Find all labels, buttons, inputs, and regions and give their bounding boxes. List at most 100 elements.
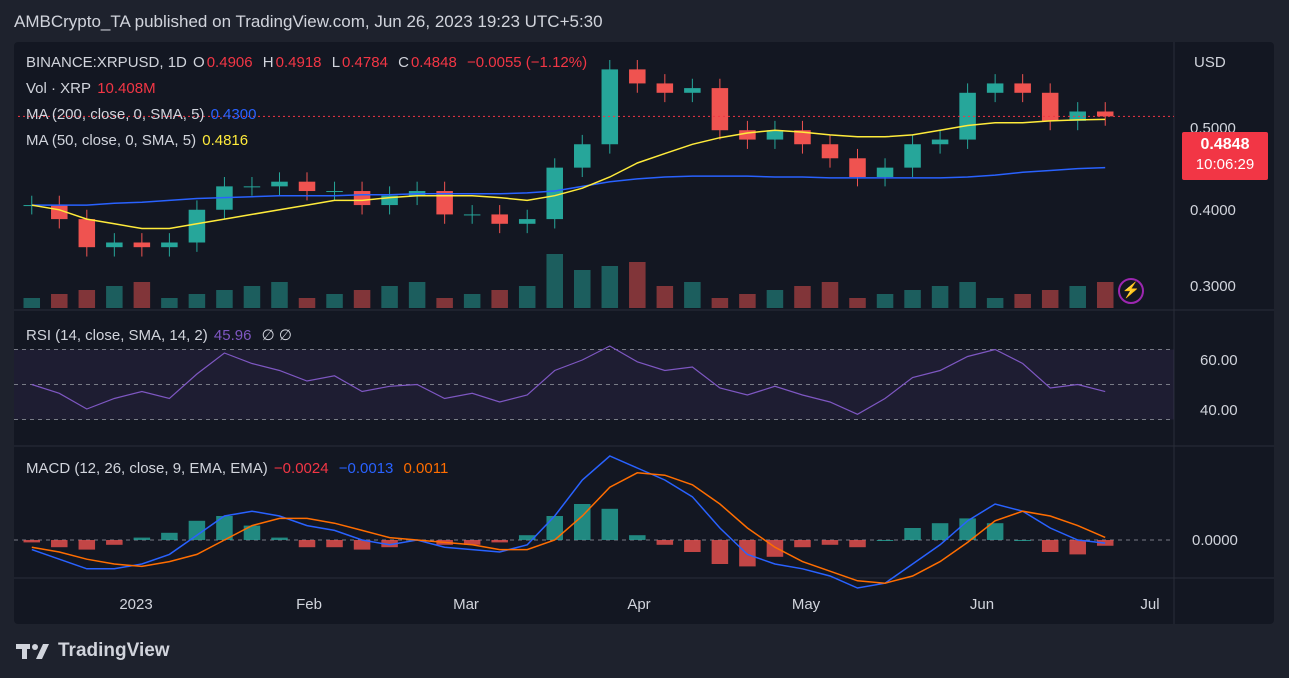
legend-low: 0.4784: [342, 54, 388, 71]
macd-tick-0: 0.0000: [1192, 532, 1238, 549]
candle-body: [739, 130, 756, 140]
price-tick-2: 0.3000: [1190, 278, 1236, 295]
macd-histogram-bar: [931, 523, 949, 540]
volume-bar: [794, 286, 811, 308]
legend-open: 0.4906: [206, 54, 253, 71]
macd-histogram-bar: [23, 540, 41, 543]
volume-bar: [298, 298, 316, 308]
legend-ma200-row[interactable]: MA (200, close, 0, SMA, 5) 0.4300: [26, 106, 262, 123]
volume-bar: [876, 294, 894, 308]
volume-bar: [271, 282, 288, 308]
candle-body: [353, 191, 371, 206]
macd-histogram-bar: [106, 540, 123, 545]
legend-rsi-row[interactable]: RSI (14, close, SMA, 14, 2) 45.96 ∅ ∅: [26, 326, 294, 344]
macd-histogram-bar: [739, 540, 756, 567]
tradingview-logo[interactable]: TradingView: [16, 640, 170, 662]
volume-bar: [849, 298, 866, 308]
candle-body: [1014, 83, 1031, 93]
candle-body: [298, 181, 316, 192]
macd-histogram-bar: [491, 540, 508, 543]
legend-ma200-label: MA (200, close, 0, SMA, 5): [26, 106, 205, 123]
time-label-apr: Apr: [627, 596, 651, 613]
legend-vol-label: Vol · XRP: [26, 80, 92, 97]
price-tick-1: 0.4000: [1190, 202, 1236, 219]
macd-histogram-bar: [133, 537, 151, 540]
macd-histogram-bar: [711, 540, 729, 564]
macd-histogram-bar: [876, 540, 894, 541]
chart-frame[interactable]: BINANCE:XRPUSD, 1D O 0.4906 H 0.4918 L 0.47…: [14, 42, 1274, 624]
volume-bar: [23, 298, 41, 308]
flash-icon[interactable]: ⚡: [1118, 278, 1144, 304]
macd-histogram-bar: [326, 540, 343, 548]
legend-macd-label: MACD (12, 26, close, 9, EMA, EMA): [26, 460, 268, 477]
legend-rsi-extra: ∅ ∅: [261, 327, 292, 344]
rsi-tick-0: 60.00: [1200, 352, 1238, 369]
volume-bar: [546, 254, 563, 308]
volume-bar: [959, 282, 976, 308]
legend-l-label: L: [331, 54, 341, 71]
volume-bar: [629, 262, 646, 308]
volume-bar: [243, 286, 261, 308]
time-label-jul: Jul: [1140, 596, 1160, 613]
candle-body: [188, 209, 206, 243]
rsi-tick-1: 40.00: [1200, 402, 1238, 419]
legend-ma50-label: MA (50, close, 0, SMA, 5): [26, 132, 197, 149]
legend-ma50-row[interactable]: MA (50, close, 0, SMA, 5) 0.4816: [26, 132, 254, 149]
candle-body: [463, 214, 481, 216]
legend-macd-hist: −0.0024: [273, 460, 329, 477]
macd-histogram-bar: [271, 537, 288, 540]
macd-histogram-bar: [684, 540, 701, 552]
candle-body: [931, 139, 949, 145]
macd-histogram-bar: [656, 540, 674, 545]
time-label-mar: Mar: [453, 596, 479, 613]
candle-body: [491, 214, 508, 224]
currency-label[interactable]: USD: [1194, 54, 1226, 71]
macd-histogram-bar: [794, 540, 811, 548]
volume-bar: [353, 290, 371, 308]
volume-bar: [381, 286, 398, 308]
volume-bar: [78, 290, 96, 308]
volume-bar: [656, 286, 674, 308]
macd-histogram-bar: [1014, 540, 1031, 541]
volume-bar: [326, 294, 343, 308]
volume-bar: [1069, 286, 1086, 308]
volume-bar: [904, 290, 921, 308]
tradingview-logo-text: TradingView: [58, 640, 170, 661]
candle-body: [518, 219, 536, 224]
legend-volume-row[interactable]: Vol · XRP 10.408M: [26, 80, 162, 97]
candle-body: [574, 144, 591, 168]
legend-ma50-value: 0.4816: [202, 132, 249, 149]
volume-bar: [574, 270, 591, 308]
macd-histogram-bar: [601, 508, 619, 540]
tradingview-logo-icon: [16, 644, 49, 659]
legend-high: 0.4918: [275, 54, 322, 71]
volume-bar: [463, 294, 481, 308]
candle-body: [161, 242, 178, 248]
legend-symbol[interactable]: BINANCE:XRPUSD, 1D: [26, 54, 187, 71]
volume-bar: [408, 282, 426, 308]
candle-body: [243, 186, 261, 188]
macd-histogram-bar: [821, 540, 839, 545]
volume-bar: [106, 286, 123, 308]
legend-macd-row[interactable]: MACD (12, 26, close, 9, EMA, EMA) −0.002…: [26, 460, 454, 477]
volume-bar: [436, 298, 453, 308]
volume-bar: [188, 294, 206, 308]
macd-histogram-bar: [849, 540, 866, 548]
time-label-2023: 2023: [119, 596, 153, 613]
legend-h-label: H: [262, 54, 274, 71]
candle-body: [656, 83, 674, 93]
candle-body: [876, 167, 894, 177]
legend-c-label: C: [398, 54, 409, 71]
ma200-line: [31, 166, 1106, 206]
volume-bar: [684, 282, 701, 308]
macd-histogram-bar: [1041, 540, 1059, 552]
volume-bar: [711, 298, 729, 308]
legend-macd-line: −0.0013: [338, 460, 394, 477]
volume-bar: [1014, 294, 1031, 308]
macd-histogram-bar: [546, 516, 563, 540]
legend-symbol-row: BINANCE:XRPUSD, 1D O 0.4906 H 0.4918 L 0.47…: [26, 54, 593, 71]
volume-bar: [518, 286, 536, 308]
legend-change: −0.0055 (−1.12%): [467, 54, 588, 71]
legend-ma200-value: 0.4300: [210, 106, 257, 123]
volume-bar: [986, 298, 1004, 308]
